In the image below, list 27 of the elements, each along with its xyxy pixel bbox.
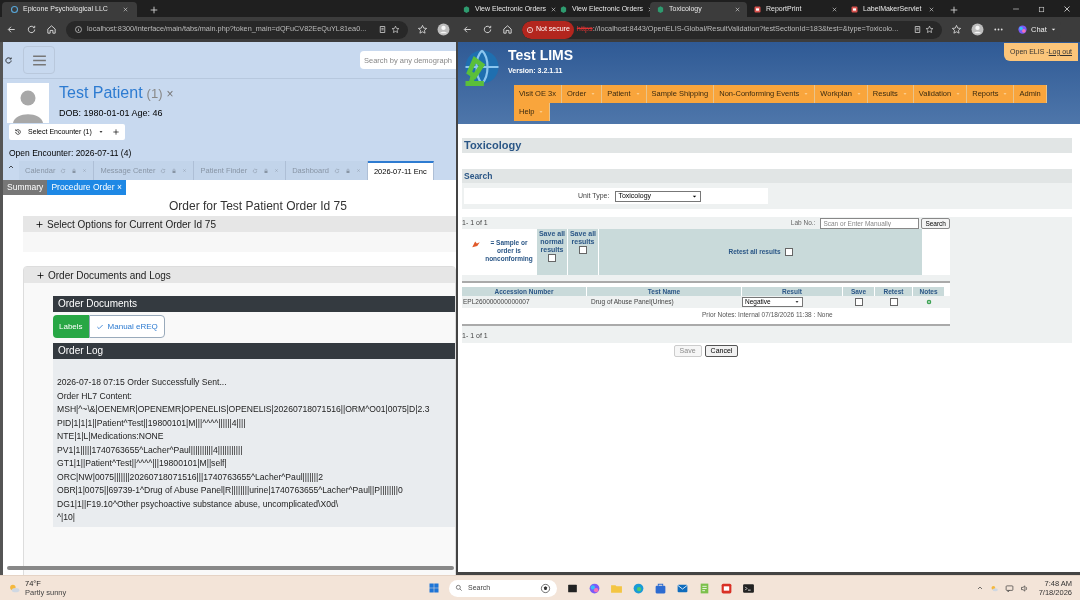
section-header[interactable]: Order Documents and Logs: [24, 267, 455, 283]
log-line: MSH|^~\&|OENEMR|OPENEMR|OPENELIS|OPENELIS|20260718071516||ORM^O01|0075|D|2.3: [57, 403, 431, 416]
patient-dob: DOB: 1980-01-01 Age: 46: [59, 106, 164, 120]
app-title: Test LIMS: [508, 47, 574, 63]
panel-heading: Order Log: [53, 343, 455, 359]
log-line: 2026-07-18 07:15 Order Successfully Sent...: [57, 376, 228, 389]
section-header[interactable]: Select Options for Current Order Id 75: [23, 216, 456, 232]
panel-heading: Order Documents: [53, 296, 455, 312]
log-line: ORC|NW|0075|||||||20260718071516|||1740763655^Lacher^Paul|||||||2: [57, 470, 324, 484]
manual-ereq-button[interactable]: Manual eREQ: [88, 315, 165, 338]
sub-tab[interactable]: Procedure Order ×: [47, 180, 126, 195]
patient-count: (1): [146, 85, 163, 103]
log-line: GT1|1||Patient^Test||^^^^|||19800101|M||self|: [57, 457, 228, 470]
log-line: OBR|1|0075||69739-1^Drug of Abuse Panel|R||||||||urine|1740763655^Lacher^Paul||P||||||||0: [57, 484, 404, 497]
open-encounter-text: Open Encounter: 2026-07-11 (4): [8, 147, 133, 160]
log-line: PV1|1|||||1740763655^Lacher^Paul||||||||||4|||||||||||: [57, 443, 244, 457]
sub-tab[interactable]: Summary: [3, 180, 48, 195]
log-line: Order HL7 Content:: [57, 389, 133, 403]
section-title: Order Documents and Logs: [48, 268, 171, 283]
page-heading: Toxicology: [462, 138, 1072, 153]
log-line: DG1|1||F19.10^Other psychoactive substance abuse, uncomplicated\X0d\: [57, 497, 340, 511]
log-line: ^|10|: [57, 511, 77, 524]
order-title: Order for Test Patient Order Id 75: [168, 198, 348, 215]
log-line: PID|1|1|1||Patient^Test||19800101|M|||^^^^||||||4||||: [57, 416, 247, 430]
log-line: NTE|1|L|Medications:NONE: [57, 430, 165, 443]
section-title: Select Options for Current Order Id 75: [47, 217, 216, 232]
section-heading: Search: [462, 169, 1072, 183]
